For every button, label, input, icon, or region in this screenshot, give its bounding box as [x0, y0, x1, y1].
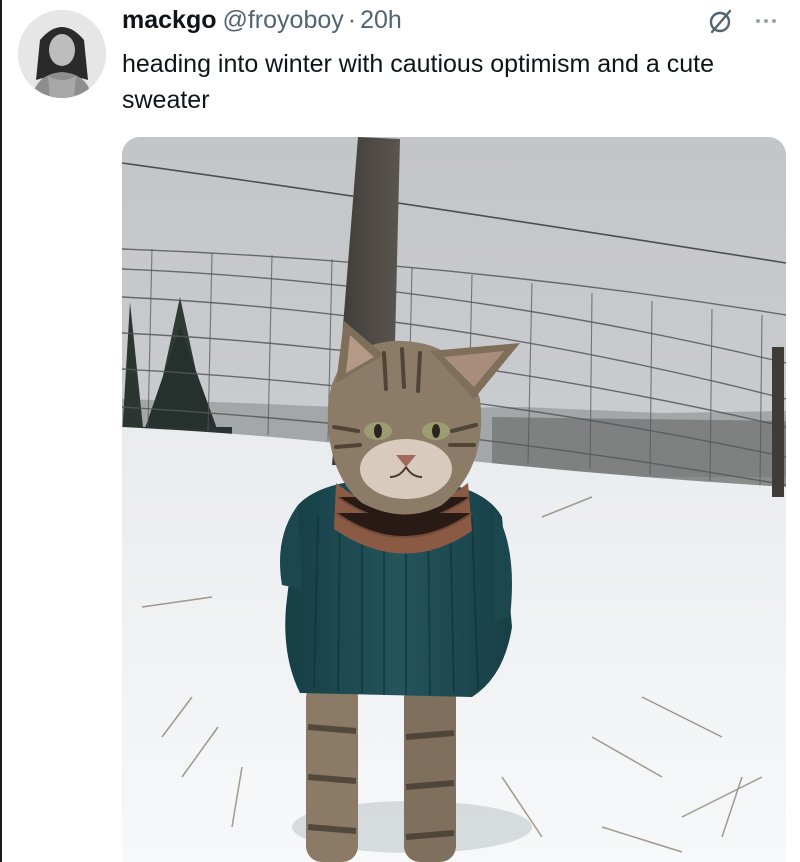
grok-icon[interactable]: [706, 8, 734, 36]
tweet-text: heading into winter with cautious optimi…: [122, 50, 714, 114]
timestamp[interactable]: 20h: [360, 6, 402, 35]
avatar[interactable]: [18, 10, 106, 98]
tweet-photo[interactable]: [122, 137, 786, 862]
more-icon[interactable]: [752, 14, 780, 26]
author-handle[interactable]: @froyoboy: [222, 6, 343, 35]
separator-dot: ·: [347, 6, 357, 34]
tweet-header: mackgo @froyoboy · 20h: [122, 6, 402, 40]
author-name[interactable]: mackgo: [122, 6, 216, 35]
tweet[interactable]: mackgo @froyoboy · 20h heading into wint…: [0, 0, 800, 862]
